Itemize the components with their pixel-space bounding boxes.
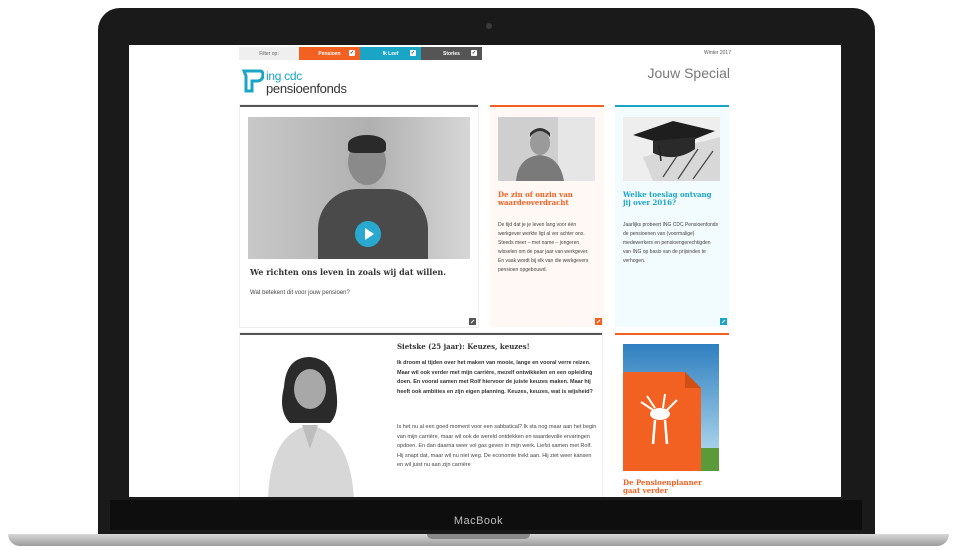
article-card-pensioenplanner[interactable]: De Pensioenplanner gaat verder <box>615 333 729 497</box>
checkbox-icon[interactable]: ✓ <box>349 50 355 56</box>
filter-stories-button[interactable]: Stories ✓ <box>421 47 482 60</box>
filter-pensioen-button[interactable]: Pensioen ✓ <box>299 47 360 60</box>
newsletter-page: Filter op: Pensioen ✓ Ik Leef ✓ Stories … <box>239 45 731 497</box>
play-icon[interactable] <box>355 221 381 247</box>
filter-ik-leef-button[interactable]: Ik Leef ✓ <box>360 47 421 60</box>
graduation-hat-photo <box>623 117 720 181</box>
story-card-sietske[interactable]: Sietske (25 jaar): Keuzes, keuzes! Ik dr… <box>240 333 602 497</box>
logo-mark-icon <box>241 69 265 93</box>
card-title[interactable]: De Pensioenplanner gaat verder <box>623 479 719 495</box>
checkbox-icon[interactable]: ✓ <box>471 50 477 56</box>
pensioenplanner-image <box>623 344 719 471</box>
expand-icon[interactable] <box>720 318 727 325</box>
card-text: De tijd dat je je leven lang voor één we… <box>498 222 589 273</box>
edition-label: Winter 2017 <box>704 50 731 56</box>
card-subtitle: Wat betekent dit voor jouw pensioen? <box>250 290 350 296</box>
story-title[interactable]: Sietske (25 jaar): Keuzes, keuzes! <box>397 342 530 351</box>
card-text: Jaarlijks probeert ING CDC Pensioenfonds… <box>623 222 719 264</box>
camera-icon <box>486 23 492 29</box>
article-card-waardeoverdracht[interactable]: De zin of onzin van waardeoverdracht De … <box>490 105 604 327</box>
expand-icon[interactable] <box>469 318 476 325</box>
story-intro: Ik droom al tijden over het maken van mo… <box>397 360 593 395</box>
laptop-notch <box>427 534 530 539</box>
story-body: Is het nu al een goed moment voor een sa… <box>397 424 597 468</box>
logo-text-bottom: pensioenfonds <box>266 81 347 96</box>
card-title[interactable]: De zin of onzin van waardeoverdracht <box>498 191 596 207</box>
card-title[interactable]: We richten ons leven in zoals wij dat wi… <box>250 267 446 277</box>
woman-photo <box>254 353 364 497</box>
filter-bar: Filter op: Pensioen ✓ Ik Leef ✓ Stories … <box>239 47 482 60</box>
article-card-toeslag[interactable]: Welke toeslag ontvang jij over 2016? Jaa… <box>615 105 729 327</box>
device-label: MacBook <box>453 515 504 527</box>
man-photo <box>498 117 595 181</box>
expand-icon[interactable] <box>595 318 602 325</box>
page-title: Jouw Special <box>647 65 731 81</box>
checkbox-icon[interactable]: ✓ <box>410 50 416 56</box>
filter-label: Filter op: <box>239 47 299 60</box>
man-photo <box>248 117 470 259</box>
laptop-screen: Filter op: Pensioen ✓ Ik Leef ✓ Stories … <box>129 45 841 497</box>
logo[interactable]: ing cdc pensioenfonds <box>241 69 372 99</box>
card-title[interactable]: Welke toeslag ontvang jij over 2016? <box>623 191 721 207</box>
main-video-card[interactable]: We richten ons leven in zoals wij dat wi… <box>240 105 478 327</box>
